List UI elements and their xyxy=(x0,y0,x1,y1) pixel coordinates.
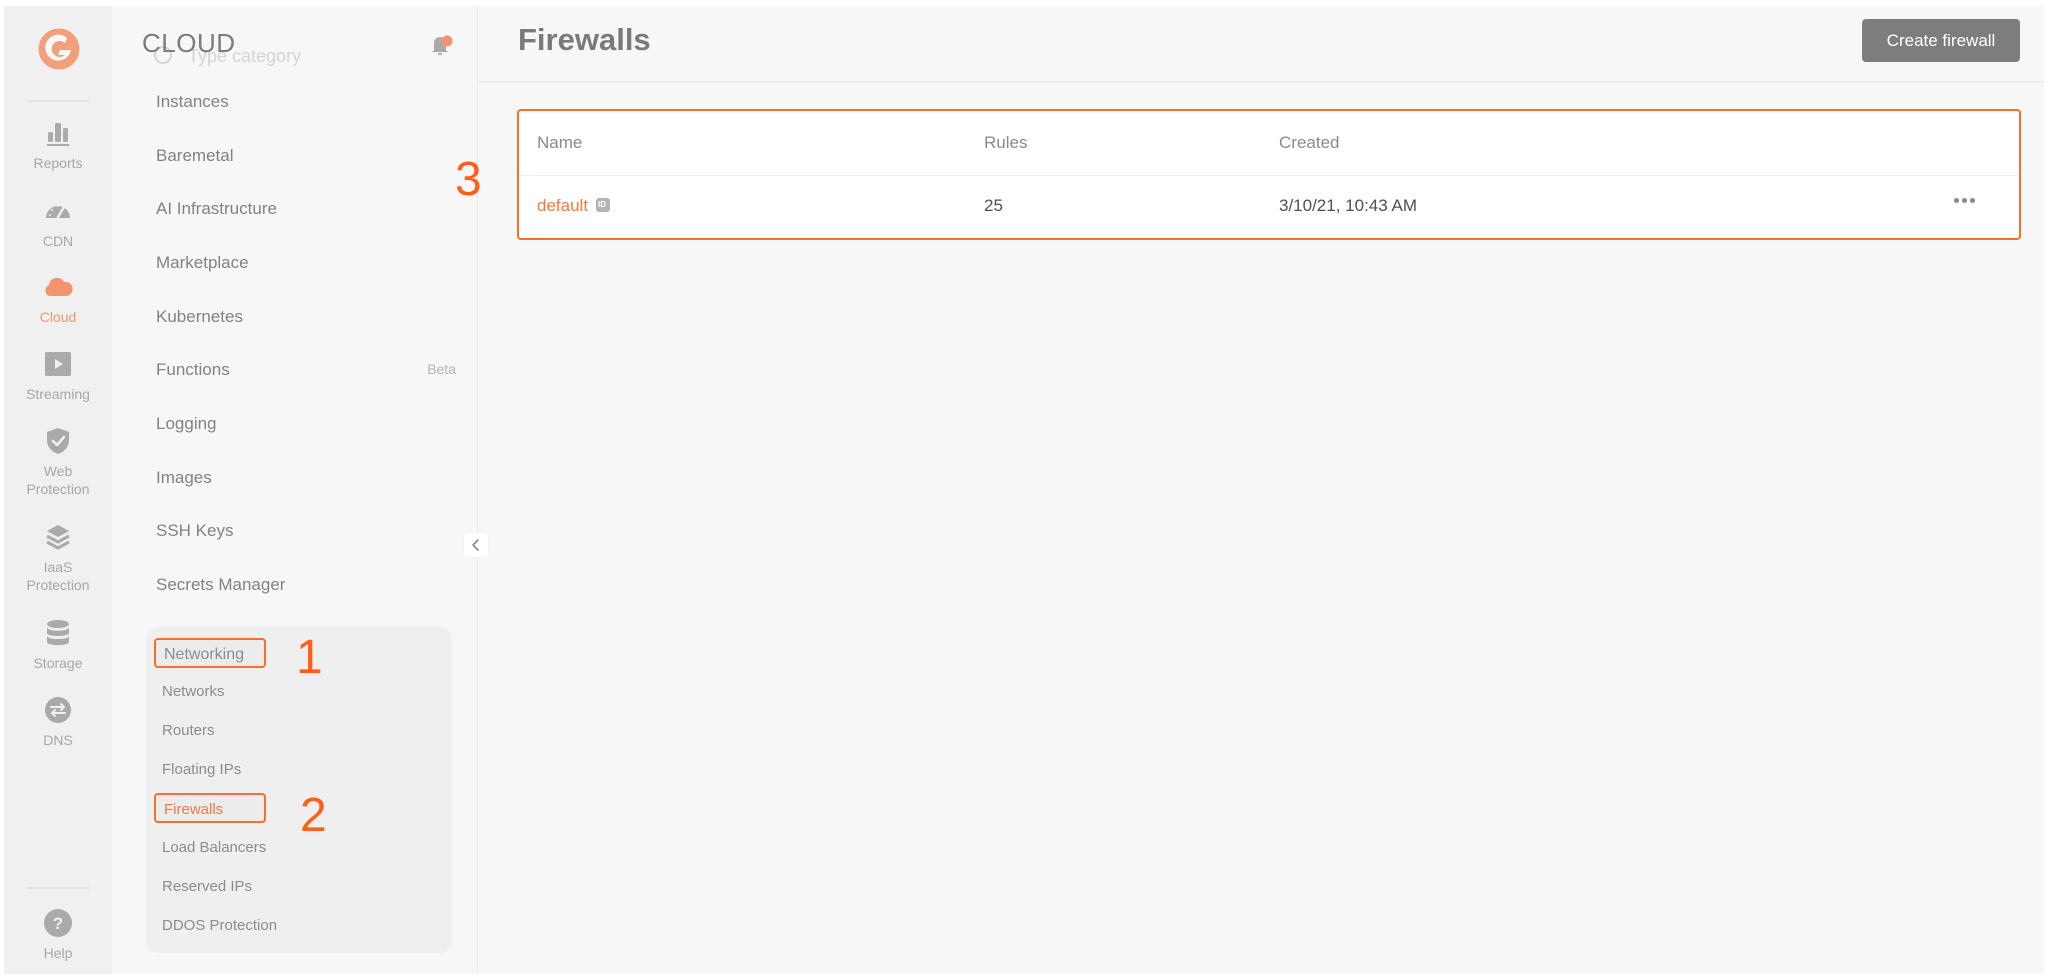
rail-item-cdn[interactable]: CDN xyxy=(4,196,112,250)
main-content: 3 Firewalls Create firewall Name Rules C… xyxy=(455,6,2044,974)
page-title: Firewalls xyxy=(518,22,651,57)
rail-divider xyxy=(26,100,90,102)
group-item-load-balancers[interactable]: Load Balancers xyxy=(154,839,274,856)
gcore-logo-icon[interactable] xyxy=(38,28,80,70)
column-header-created[interactable]: Created xyxy=(1279,133,1339,153)
annotation-3: 3 xyxy=(455,153,482,206)
rail-item-iaas-protection[interactable]: IaaS Protection xyxy=(4,522,112,594)
rail-label-line: Protection xyxy=(26,577,90,593)
rail-divider xyxy=(26,887,90,889)
page-header: Firewalls Create firewall xyxy=(478,6,2044,83)
group-item-floating-ips[interactable]: Floating IPs xyxy=(154,761,249,778)
menu-item-instances[interactable]: Instances xyxy=(156,92,456,112)
category-panel: Type category CLOUD Instances Baremetal … xyxy=(112,6,478,974)
layers-icon xyxy=(46,525,70,550)
shield-check-icon xyxy=(47,428,69,454)
menu-item-secrets-manager[interactable]: Secrets Manager xyxy=(156,575,456,595)
menu-item-ssh-keys[interactable]: SSH Keys xyxy=(156,521,456,541)
column-header-rules[interactable]: Rules xyxy=(984,133,1027,153)
table-header: Name Rules Created xyxy=(519,111,2019,176)
menu-item-images[interactable]: Images xyxy=(156,468,456,488)
firewall-name[interactable]: default xyxy=(537,196,588,215)
menu-item-logging[interactable]: Logging xyxy=(156,414,456,434)
bar-chart-icon xyxy=(47,123,69,146)
svg-text:?: ? xyxy=(53,914,63,933)
annotation-1: 1 xyxy=(296,631,323,684)
play-icon xyxy=(45,352,71,376)
group-item-reserved-ips[interactable]: Reserved IPs xyxy=(154,878,260,895)
question-icon: ? xyxy=(44,909,72,937)
rail-label: Streaming xyxy=(26,386,90,402)
group-heading-networking[interactable]: Networking xyxy=(154,638,266,668)
rail-item-web-protection[interactable]: Web Protection xyxy=(4,426,112,498)
rail-item-help[interactable]: ? Help xyxy=(4,908,112,962)
rail-label: CDN xyxy=(42,233,74,249)
firewall-created-date: 3/10/21, 10:43 AM xyxy=(1279,196,1417,215)
group-item-ddos-protection[interactable]: DDOS Protection xyxy=(154,917,285,934)
group-item-networks[interactable]: Networks xyxy=(154,683,233,700)
menu-item-kubernetes[interactable]: Kubernetes xyxy=(156,307,456,327)
rail-label: Storage xyxy=(33,655,83,671)
firewall-rules-count: 25 xyxy=(984,196,1003,215)
rail-item-cloud[interactable]: Cloud xyxy=(4,272,112,326)
create-firewall-button[interactable]: Create firewall xyxy=(1862,19,2020,62)
menu-item-ai-infrastructure[interactable]: AI Infrastructure xyxy=(156,199,456,219)
category-title: CLOUD xyxy=(142,28,236,58)
swap-arrows-icon xyxy=(45,697,71,723)
rail-label-line: Protection xyxy=(26,481,90,497)
column-header-name[interactable]: Name xyxy=(537,133,582,153)
rail-label: Help xyxy=(43,945,73,961)
rail-label: DNS xyxy=(43,732,73,748)
firewalls-table: Name Rules Created default 25 3/10/21, 1… xyxy=(517,109,2021,240)
rail-label: IaaS Protection xyxy=(4,558,112,594)
table-row[interactable]: default 25 3/10/21, 10:43 AM xyxy=(519,176,2019,238)
rail-label-line: IaaS xyxy=(43,559,73,575)
rail-item-dns[interactable]: DNS xyxy=(4,695,112,749)
copy-id-icon[interactable] xyxy=(596,197,611,212)
bell-icon[interactable] xyxy=(426,30,456,60)
beta-badge: Beta xyxy=(427,361,456,377)
group-item-routers[interactable]: Routers xyxy=(154,722,223,739)
rail-label: Cloud xyxy=(39,309,77,325)
rail-item-storage[interactable]: Storage xyxy=(4,618,112,672)
app-frame: Reports CDN Cloud Streaming Web Protecti… xyxy=(4,6,2044,974)
rail-label: Web Protection xyxy=(4,462,112,498)
group-item-firewalls[interactable]: Firewalls xyxy=(154,793,266,823)
menu-item-baremetal[interactable]: Baremetal xyxy=(156,146,456,166)
menu-item-label: Functions xyxy=(156,360,230,379)
menu-item-marketplace[interactable]: Marketplace xyxy=(156,253,456,273)
rail-label: Reports xyxy=(33,155,83,171)
menu-item-functions[interactable]: Functions Beta xyxy=(156,360,456,380)
firewall-name-link[interactable]: default xyxy=(537,196,611,216)
product-rail: Reports CDN Cloud Streaming Web Protecti… xyxy=(4,6,112,974)
row-actions-menu-icon[interactable] xyxy=(1954,198,1975,203)
database-icon xyxy=(47,620,69,645)
annotation-2: 2 xyxy=(300,789,327,842)
rail-item-streaming[interactable]: Streaming xyxy=(4,349,112,403)
rail-label-line: Web xyxy=(43,463,73,479)
rail-item-reports[interactable]: Reports xyxy=(4,118,112,172)
speedometer-icon xyxy=(46,205,70,219)
cloud-icon xyxy=(45,277,73,296)
